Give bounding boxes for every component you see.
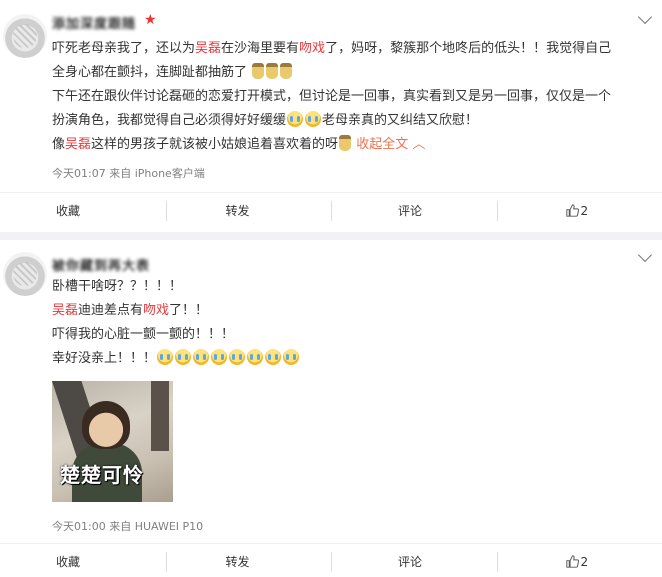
like-count: 2 — [580, 554, 589, 569]
comment-button[interactable]: 评论 — [331, 193, 497, 229]
weibo-post: 被你藏到再大表 卧槽干啥呀？？！！！ 吴磊迪迪差点有吻戏了！！ 吓得我的心脏一颤… — [0, 240, 662, 577]
crying-emoji-icon — [265, 349, 282, 365]
image-caption: 楚楚可怜 — [60, 463, 144, 487]
chevron-down-icon[interactable] — [637, 247, 653, 263]
post-divider — [0, 232, 662, 240]
crying-emoji-icon — [283, 349, 300, 365]
like-button[interactable]: 2 — [496, 193, 662, 229]
crying-emoji-icon — [193, 349, 210, 365]
post-meta: 今天01:07 来自 iPhone客户端 — [52, 167, 205, 180]
bottle-emoji-icon — [266, 63, 279, 79]
hashtag-link[interactable]: 吴磊 — [52, 303, 78, 318]
like-button[interactable]: 2 — [496, 544, 662, 577]
hashtag-link[interactable]: 吴磊 — [195, 41, 221, 56]
repost-button[interactable]: 转发 — [165, 193, 332, 229]
action-bar: 收藏 转发 评论 2 — [0, 192, 662, 228]
hashtag-link[interactable]: 吻戏 — [143, 303, 169, 318]
action-bar: 收藏 转发 评论 2 — [0, 543, 662, 577]
username[interactable]: 添加深度跟随 — [52, 13, 136, 32]
crying-emoji-icon — [175, 349, 192, 365]
like-count: 2 — [580, 203, 589, 218]
avatar[interactable] — [3, 252, 47, 296]
hashtag-link[interactable]: 吴磊 — [65, 137, 91, 152]
thumbs-up-icon — [565, 203, 579, 217]
post-text: 卧槽干啥呀？？！！！ 吴磊迪迪差点有吻戏了！！ 吓得我的心脏一颤一颤的！！！ 幸… — [52, 275, 652, 371]
crying-emoji-icon — [211, 349, 228, 365]
crying-emoji-icon — [229, 349, 246, 365]
chevron-down-icon[interactable] — [637, 9, 653, 25]
repost-button[interactable]: 转发 — [165, 544, 332, 577]
bottle-emoji-icon — [252, 63, 265, 79]
avatar[interactable] — [3, 14, 47, 58]
crying-emoji-icon — [247, 349, 264, 365]
favorite-button[interactable]: 收藏 — [0, 544, 166, 577]
username[interactable]: 被你藏到再大表 — [52, 255, 150, 274]
crying-emoji-icon — [305, 111, 322, 127]
chevron-up-icon: ︿ — [408, 137, 426, 152]
star-icon: ★ — [144, 12, 157, 28]
post-text: 吓死老母亲我了，还以为吴磊在沙海里要有吻戏了，妈呀，黎簇那个地咚后的低头！！我觉… — [52, 41, 612, 152]
weibo-post: 添加深度跟随 ★ 吓死老母亲我了，还以为吴磊在沙海里要有吻戏了，妈呀，黎簇那个地… — [0, 0, 662, 232]
bottle-emoji-icon — [339, 135, 352, 151]
favorite-button[interactable]: 收藏 — [0, 193, 166, 229]
comment-button[interactable]: 评论 — [331, 544, 497, 577]
post-image[interactable]: 楚楚可怜 — [52, 381, 173, 502]
post-meta: 今天01:00 来自 HUAWEI P10 — [52, 520, 204, 533]
collapse-text-link[interactable]: 收起全文 ︿ — [356, 137, 425, 152]
crying-emoji-icon — [157, 349, 174, 365]
thumbs-up-icon — [565, 554, 579, 568]
crying-emoji-icon — [287, 111, 304, 127]
bottle-emoji-icon — [280, 63, 293, 79]
hashtag-link[interactable]: 吻戏 — [299, 41, 325, 56]
